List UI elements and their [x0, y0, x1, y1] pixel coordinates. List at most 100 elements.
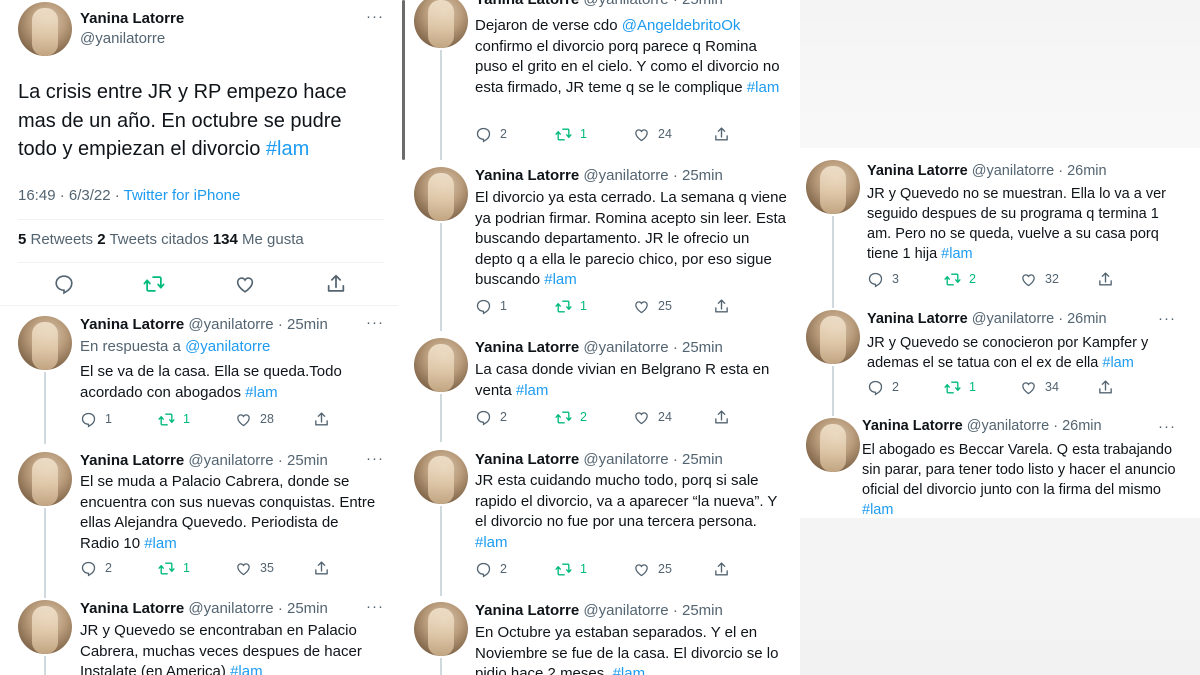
mention-link[interactable]: @AngeldebritoOk	[622, 17, 741, 34]
retweet-button[interactable]: 1	[555, 124, 587, 144]
author-name[interactable]: Yanina Latorre @yanilatorre · 25min	[80, 600, 328, 617]
more-options-icon[interactable]: ···	[366, 450, 384, 467]
like-icon[interactable]	[234, 273, 256, 295]
like-button[interactable]: 34	[1020, 377, 1059, 397]
author-name[interactable]: Yanina Latorre @yanilatorre · 25min	[475, 167, 723, 184]
avatar[interactable]	[414, 0, 468, 48]
share-button[interactable]	[713, 559, 730, 579]
like-button[interactable]: 28	[235, 409, 274, 429]
retweet-icon[interactable]	[143, 273, 165, 295]
author-name[interactable]: Yanina Latorre	[80, 10, 184, 27]
quotes-count[interactable]: 2	[97, 231, 105, 248]
share-button[interactable]	[313, 558, 330, 578]
like-icon	[633, 126, 650, 143]
main-tweet-text: La crisis entre JR y RP empezo hace mas …	[18, 81, 347, 160]
share-button[interactable]	[713, 124, 730, 144]
hashtag-link[interactable]: #lam	[941, 246, 972, 262]
like-icon	[235, 560, 252, 577]
author-name[interactable]: Yanina Latorre @yanilatorre · 26min	[867, 163, 1107, 179]
reply-button[interactable]: 2	[867, 377, 899, 397]
retweet-button[interactable]: 2	[555, 407, 587, 427]
share-icon	[713, 409, 730, 426]
hashtag-link[interactable]: #lam	[1102, 355, 1133, 371]
hashtag-link[interactable]: #lam	[245, 384, 278, 401]
share-button[interactable]	[1097, 269, 1114, 289]
scrollbar[interactable]	[402, 0, 405, 160]
reply-icon[interactable]	[53, 273, 75, 295]
author-name[interactable]: Yanina Latorre @yanilatorre · 25min	[475, 0, 723, 8]
avatar[interactable]	[18, 316, 72, 370]
reply-button[interactable]: 2	[475, 124, 507, 144]
share-icon	[713, 126, 730, 143]
avatar[interactable]	[806, 418, 860, 472]
more-options-icon[interactable]: ···	[366, 314, 384, 331]
avatar[interactable]	[414, 167, 468, 221]
author-name[interactable]: Yanina Latorre @yanilatorre · 25min	[475, 602, 723, 619]
more-options-icon[interactable]: ···	[1158, 418, 1176, 435]
share-icon	[313, 560, 330, 577]
reply-button[interactable]: 2	[475, 407, 507, 427]
avatar[interactable]	[806, 160, 860, 214]
share-button[interactable]	[713, 407, 730, 427]
like-button[interactable]: 35	[235, 558, 274, 578]
hashtag-link[interactable]: #lam	[613, 665, 646, 675]
author-name[interactable]: Yanina Latorre @yanilatorre · 26min	[862, 418, 1102, 434]
source-link[interactable]: Twitter for iPhone	[124, 187, 241, 204]
reply-to-link[interactable]: @yanilatorre	[185, 338, 270, 355]
share-icon	[313, 411, 330, 428]
more-options-icon[interactable]: ···	[366, 598, 384, 615]
author-name[interactable]: Yanina Latorre @yanilatorre · 25min	[475, 451, 723, 468]
hashtag-link[interactable]: #lam	[230, 663, 263, 675]
tweet-actions: 2 1 35	[80, 558, 360, 578]
hashtag-link[interactable]: #lam	[747, 79, 780, 96]
share-icon[interactable]	[325, 273, 347, 295]
retweet-button[interactable]: 1	[158, 558, 190, 578]
reply-button[interactable]: 2	[475, 559, 507, 579]
retweet-icon	[555, 561, 572, 578]
tweet-column-1: Yanina Latorre @yanilatorre ··· La crisi…	[0, 0, 398, 675]
retweet-icon	[944, 271, 961, 288]
reply-button[interactable]: 1	[80, 409, 112, 429]
avatar[interactable]	[18, 2, 72, 56]
retweet-icon	[555, 298, 572, 315]
avatar[interactable]	[414, 450, 468, 504]
tweet-text: JR y Quevedo se encontraban en Palacio C…	[80, 621, 380, 675]
like-button[interactable]: 32	[1020, 269, 1059, 289]
retweet-button[interactable]: 1	[944, 377, 976, 397]
share-button[interactable]	[313, 409, 330, 429]
share-button[interactable]	[713, 296, 730, 316]
author-name[interactable]: Yanina Latorre @yanilatorre · 25min	[475, 339, 723, 356]
share-button[interactable]	[1097, 377, 1114, 397]
avatar[interactable]	[414, 338, 468, 392]
retweet-button[interactable]: 2	[944, 269, 976, 289]
avatar[interactable]	[18, 452, 72, 506]
hashtag-link[interactable]: #lam	[144, 535, 177, 552]
likes-count[interactable]: 134	[213, 231, 238, 248]
avatar[interactable]	[18, 600, 72, 654]
reply-button[interactable]: 1	[475, 296, 507, 316]
hashtag-link[interactable]: #lam	[266, 138, 309, 160]
hashtag-link[interactable]: #lam	[544, 271, 577, 288]
reply-button[interactable]: 3	[867, 269, 899, 289]
author-name[interactable]: Yanina Latorre @yanilatorre · 25min	[80, 452, 328, 469]
retweet-button[interactable]: 1	[555, 559, 587, 579]
reply-button[interactable]: 2	[80, 558, 112, 578]
like-button[interactable]: 25	[633, 296, 672, 316]
retweet-button[interactable]: 1	[158, 409, 190, 429]
hashtag-link[interactable]: #lam	[862, 502, 893, 518]
like-button[interactable]: 24	[633, 124, 672, 144]
author-name[interactable]: Yanina Latorre @yanilatorre · 25min	[80, 316, 328, 333]
like-icon	[633, 561, 650, 578]
tweet-text: El se muda a Palacio Cabrera, donde se e…	[80, 473, 376, 552]
retweet-button[interactable]: 1	[555, 296, 587, 316]
like-button[interactable]: 24	[633, 407, 672, 427]
avatar[interactable]	[806, 310, 860, 364]
more-options-icon[interactable]: ···	[1158, 310, 1176, 327]
more-options-icon[interactable]: ···	[366, 8, 384, 25]
hashtag-link[interactable]: #lam	[475, 534, 508, 551]
author-name[interactable]: Yanina Latorre @yanilatorre · 26min	[867, 311, 1107, 327]
avatar[interactable]	[414, 602, 468, 656]
hashtag-link[interactable]: #lam	[516, 382, 549, 399]
like-button[interactable]: 25	[633, 559, 672, 579]
author-handle[interactable]: @yanilatorre	[80, 30, 165, 47]
